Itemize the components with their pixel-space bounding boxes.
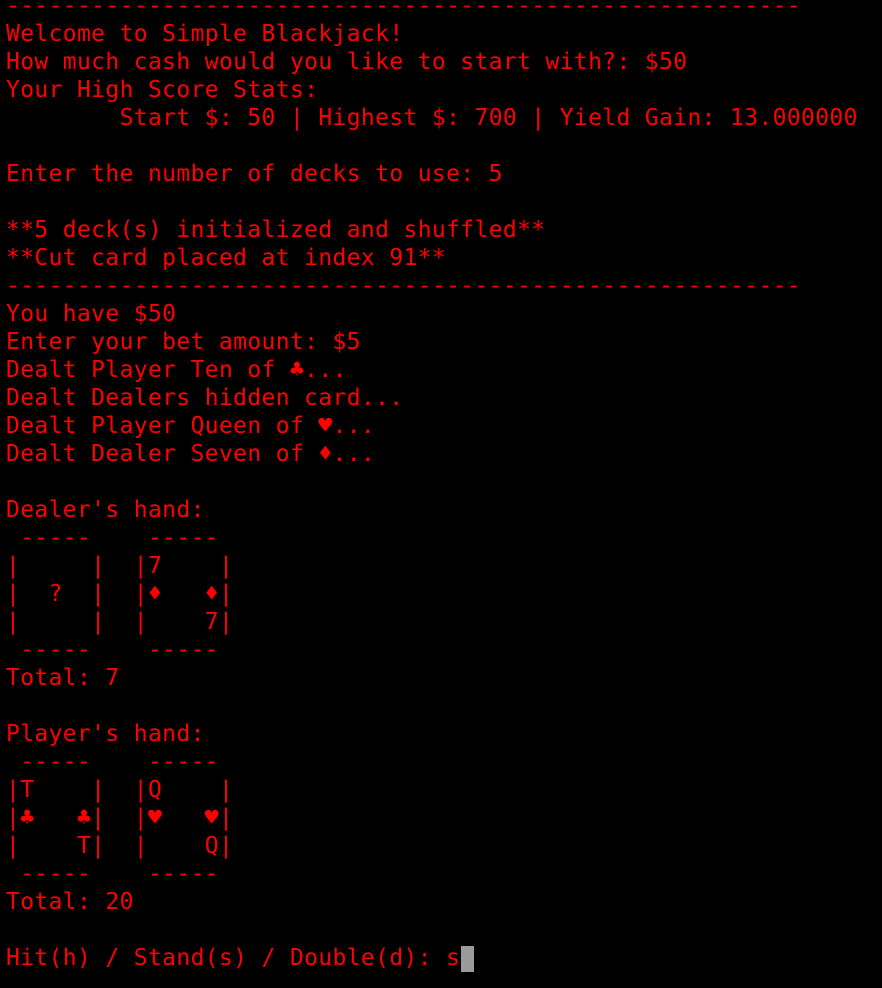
- prompt-text: Hit(h) / Stand(s) / Double(d):: [6, 945, 447, 971]
- terminal-line: Dealt Player Queen of ♥...: [6, 413, 376, 439]
- terminal-line: ----- -----: [6, 637, 219, 663]
- terminal-line: **Cut card placed at index 91**: [6, 245, 447, 271]
- terminal-line: Dealer's hand:: [6, 497, 205, 523]
- command-prompt-line[interactable]: Hit(h) / Stand(s) / Double(d): s: [6, 944, 882, 972]
- terminal-line: Dealt Player Ten of ♣...: [6, 357, 347, 383]
- terminal-line: |T | |Q |: [6, 777, 234, 803]
- terminal-line: Enter the number of decks to use: 5: [6, 161, 503, 187]
- terminal-line: ----- -----: [6, 861, 219, 887]
- terminal-line: Start $: 50 | Highest $: 700 | Yield Gai…: [6, 105, 858, 131]
- text-cursor: [461, 946, 475, 972]
- terminal-line: How much cash would you like to start wi…: [6, 49, 688, 75]
- terminal-line: Total: 7: [6, 665, 120, 691]
- terminal-line: Your High Score Stats:: [6, 77, 319, 103]
- terminal-line: | | | 7|: [6, 609, 234, 635]
- terminal-line: **5 deck(s) initialized and shuffled**: [6, 217, 546, 243]
- terminal-output: ----------------------------------------…: [6, 0, 882, 972]
- terminal-line: ----------------------------------------…: [6, 0, 802, 19]
- terminal-line: ----- -----: [6, 749, 219, 775]
- terminal-line: ----- -----: [6, 525, 219, 551]
- command-input[interactable]: s: [446, 945, 460, 971]
- terminal-line: Enter your bet amount: $5: [6, 329, 361, 355]
- terminal-line: |♣ ♣| |♥ ♥|: [6, 805, 234, 831]
- terminal-line: Dealt Dealers hidden card...: [6, 385, 404, 411]
- terminal-line: Welcome to Simple Blackjack!: [6, 21, 404, 47]
- terminal-line: | ? | |♦ ♦|: [6, 581, 234, 607]
- terminal-line: | | |7 |: [6, 553, 234, 579]
- terminal-line: Dealt Dealer Seven of ♦...: [6, 441, 376, 467]
- terminal-window[interactable]: ----------------------------------------…: [0, 0, 882, 988]
- terminal-line: Player's hand:: [6, 721, 205, 747]
- terminal-line: You have $50: [6, 301, 177, 327]
- terminal-line: ----------------------------------------…: [6, 273, 802, 299]
- terminal-line: | T| | Q|: [6, 833, 234, 859]
- terminal-line: Total: 20: [6, 889, 134, 915]
